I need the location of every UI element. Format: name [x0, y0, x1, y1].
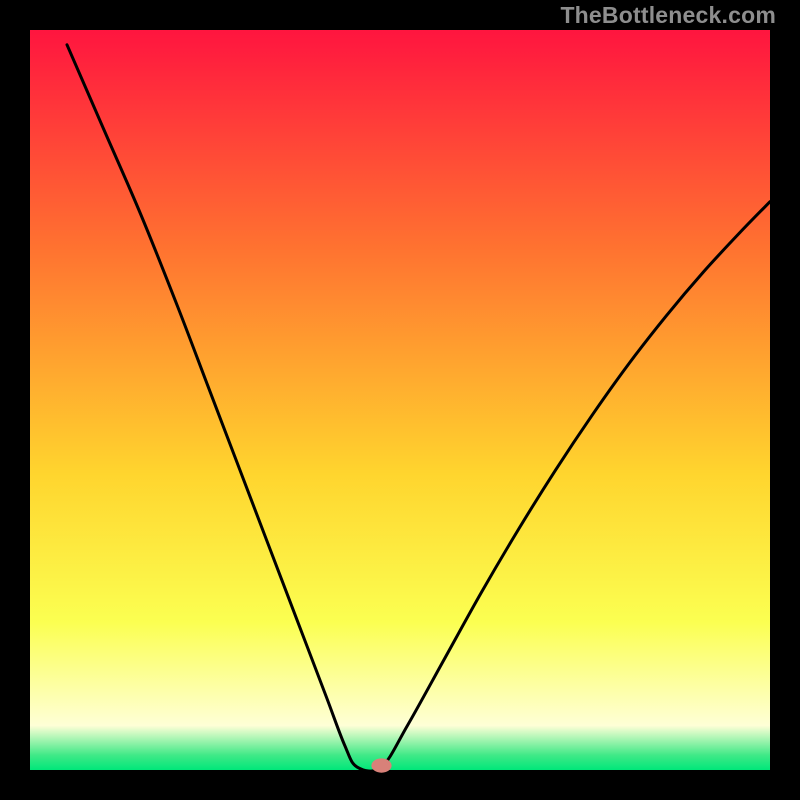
optimal-point-marker: [372, 759, 391, 772]
watermark-text: TheBottleneck.com: [560, 2, 776, 29]
outer-frame: TheBottleneck.com: [0, 0, 800, 800]
gradient-background: [30, 30, 770, 770]
bottleneck-chart: [0, 0, 800, 800]
